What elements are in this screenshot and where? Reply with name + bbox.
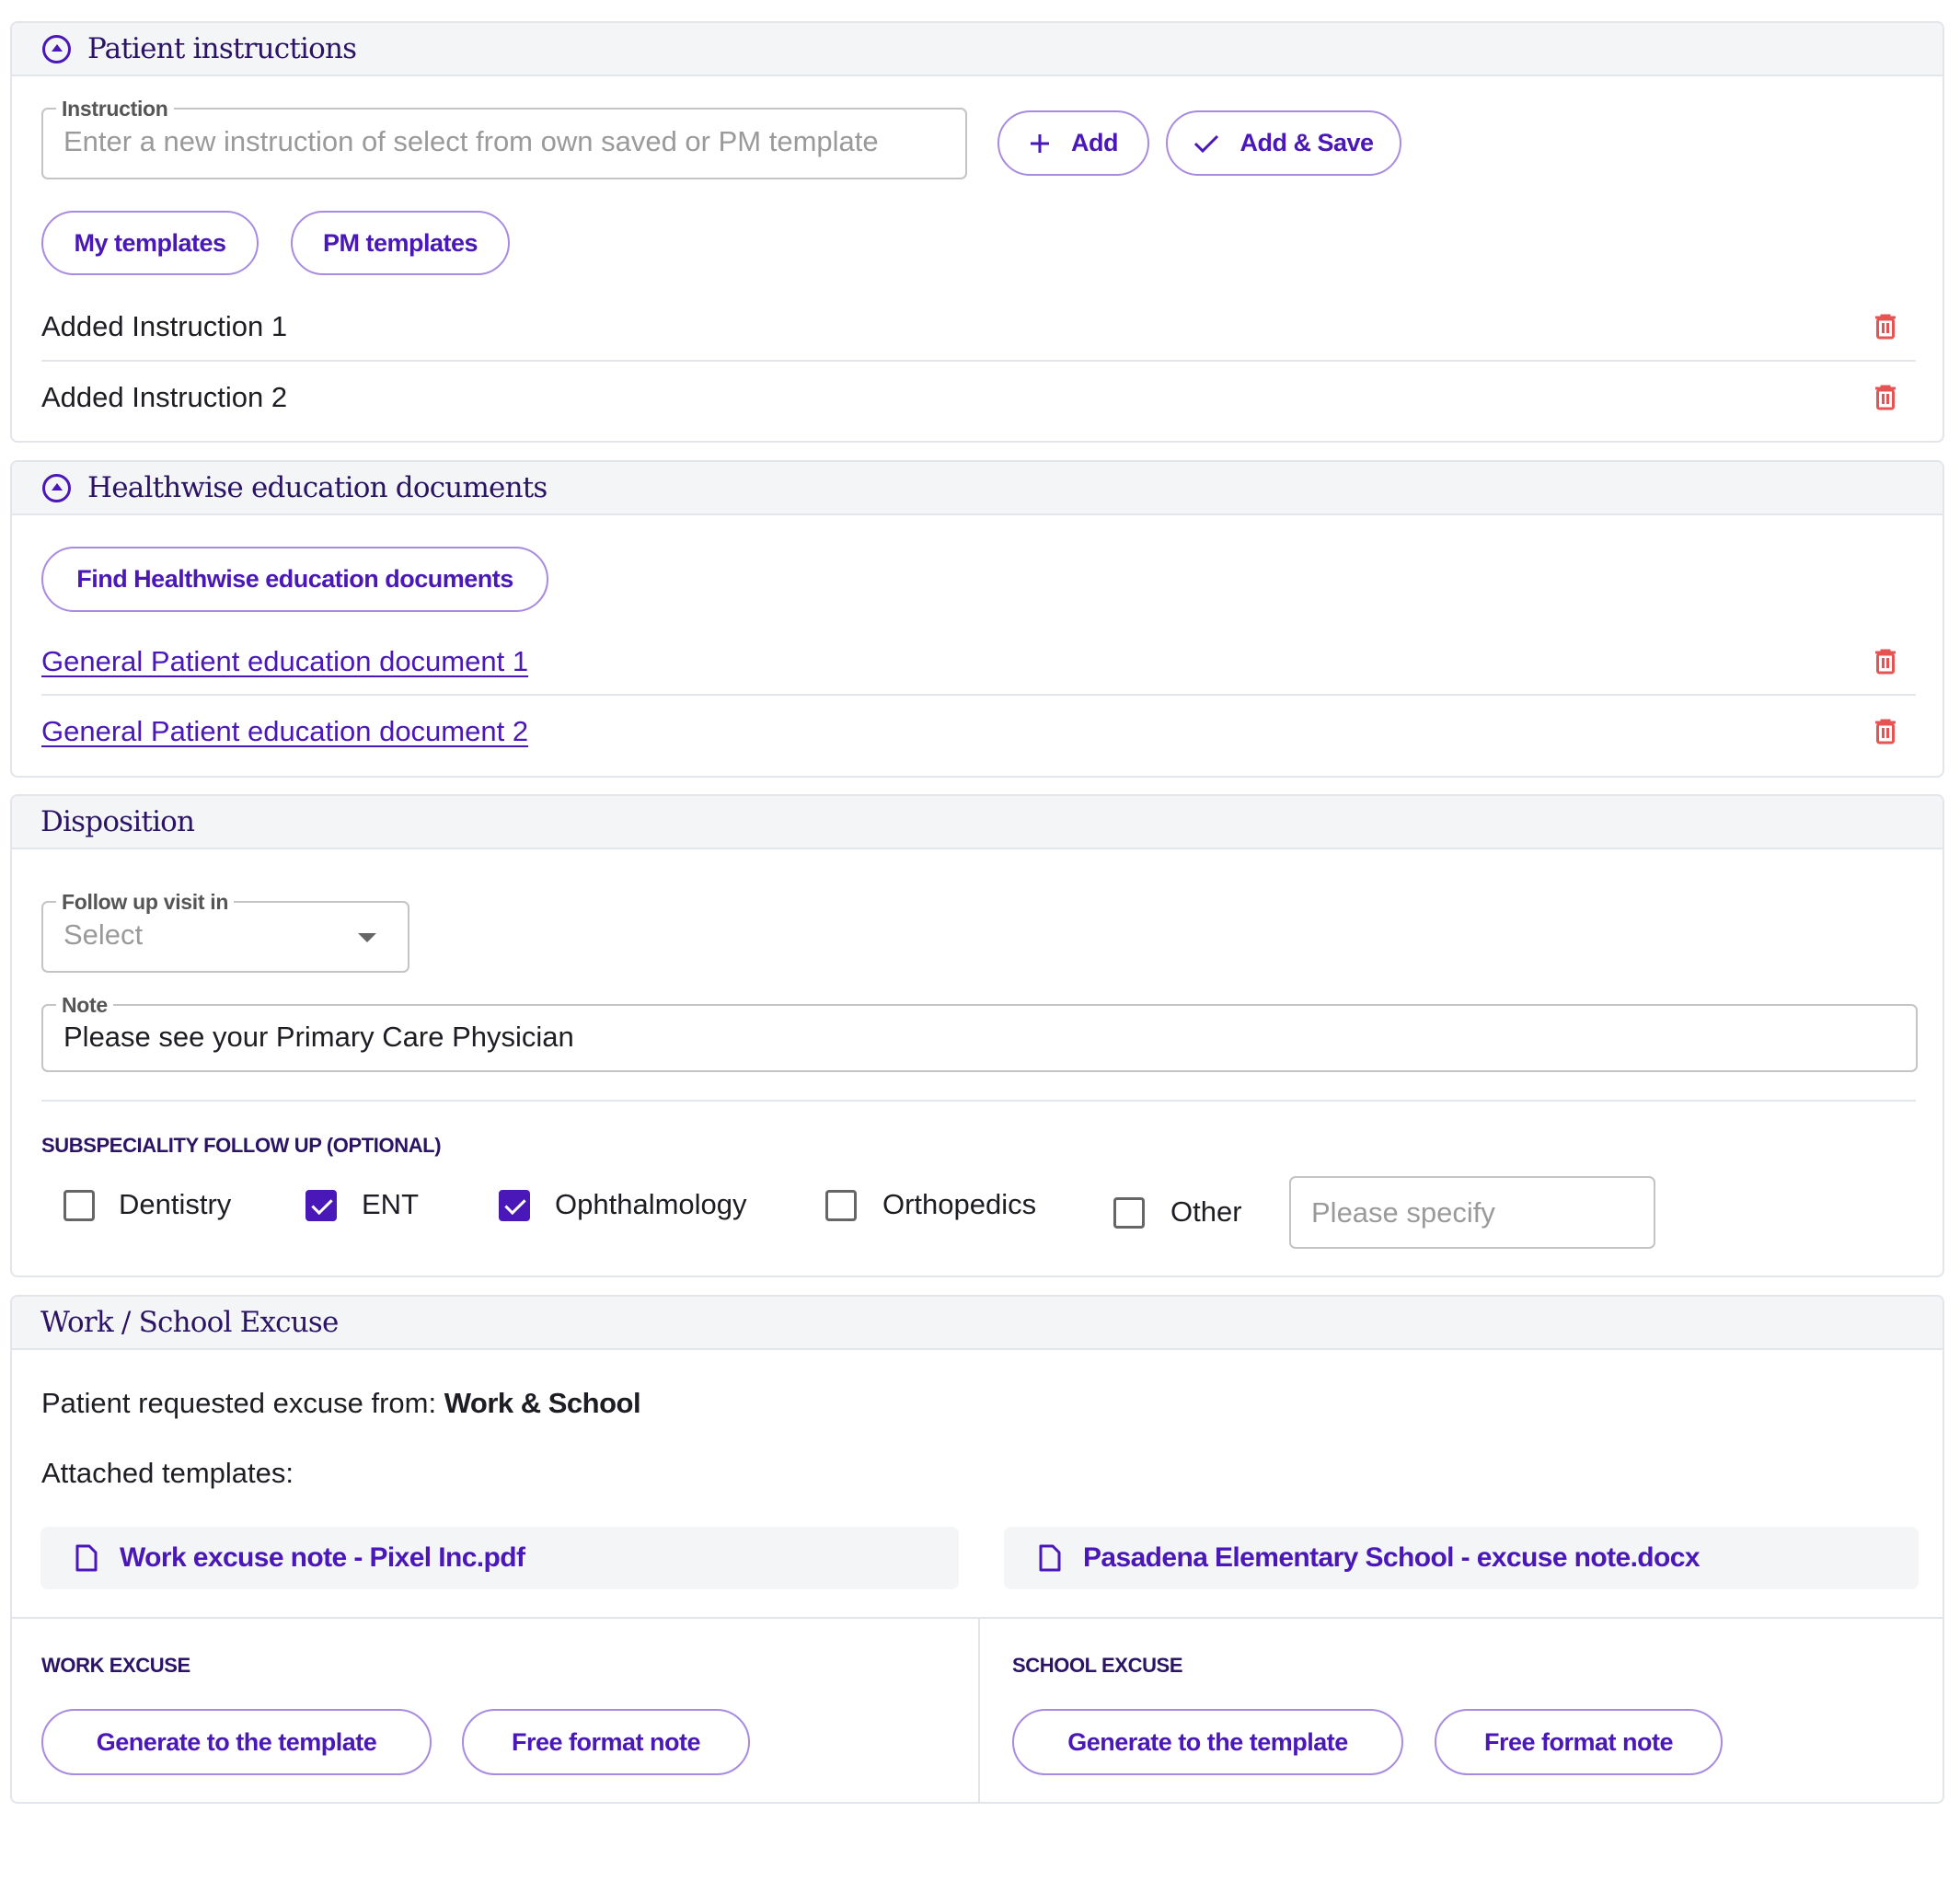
school-free-format-button[interactable]: Free format note <box>1435 1709 1723 1775</box>
my-templates-label: My templates <box>74 228 226 257</box>
other-specify-placeholder: Please specify <box>1311 1196 1495 1229</box>
add-button[interactable]: Add <box>997 110 1149 176</box>
trash-icon[interactable] <box>1874 385 1897 410</box>
section-title: Patient instructions <box>87 32 357 65</box>
requested-value: Work & School <box>444 1387 641 1419</box>
check-icon <box>1193 133 1219 154</box>
instruction-text: Added Instruction 2 <box>41 381 288 413</box>
checkbox[interactable] <box>306 1190 337 1221</box>
work-excuse-label: WORK EXCUSE <box>41 1654 190 1677</box>
healthwise-card: Healthwise education documents Find Heal… <box>10 460 1944 778</box>
requested-prefix: Patient requested excuse from: <box>41 1387 444 1419</box>
school-excuse-label: SCHOOL EXCUSE <box>1012 1654 1183 1677</box>
disposition-card: Disposition Follow up visit in Select No… <box>10 794 1944 1277</box>
section-title: Healthwise education documents <box>87 471 548 504</box>
note-label: Note <box>56 993 113 1017</box>
instruction-placeholder: Enter a new instruction of select from o… <box>63 125 879 157</box>
instruction-input[interactable]: Instruction Enter a new instruction of s… <box>41 97 967 179</box>
checkbox-label: Ophthalmology <box>555 1188 747 1220</box>
section-title: Disposition <box>40 805 195 838</box>
note-value: Please see your Primary Care Physician <box>63 1021 574 1053</box>
plus-icon <box>1029 133 1051 155</box>
dropdown-arrow-icon <box>358 933 376 942</box>
attachment-name: Pasadena Elementary School - excuse note… <box>1083 1542 1701 1573</box>
disposition-header: Disposition <box>12 796 1943 849</box>
button-label: Generate to the template <box>96 1727 377 1756</box>
checkbox-label: Dentistry <box>119 1188 232 1220</box>
chevron-up-circle-icon[interactable] <box>42 35 71 63</box>
attached-templates-label: Attached templates: <box>41 1457 294 1489</box>
button-label: Generate to the template <box>1067 1727 1348 1756</box>
checkbox[interactable] <box>825 1190 857 1221</box>
instruction-field-label: Instruction <box>56 97 174 121</box>
chevron-up-circle-icon[interactable] <box>42 474 71 502</box>
patient-instructions-card: Patient instructions Instruction Enter a… <box>10 21 1944 443</box>
document-icon <box>75 1544 98 1576</box>
healthwise-header[interactable]: Healthwise education documents <box>12 462 1943 515</box>
document-link[interactable]: General Patient education document 1 <box>41 645 528 678</box>
follow-up-select[interactable]: Follow up visit in Select <box>41 890 409 973</box>
school-generate-template-button[interactable]: Generate to the template <box>1012 1709 1403 1775</box>
section-divider <box>41 1100 1916 1102</box>
trash-icon[interactable] <box>1874 719 1897 745</box>
work-free-format-button[interactable]: Free format note <box>462 1709 750 1775</box>
checkbox[interactable] <box>499 1190 530 1221</box>
checkbox[interactable] <box>63 1190 95 1221</box>
pm-templates-button[interactable]: PM templates <box>291 211 510 275</box>
follow-up-placeholder: Select <box>63 918 144 951</box>
subspeciality-label: SUBSPECIALITY FOLLOW UP (OPTIONAL) <box>41 1134 442 1157</box>
patient-instructions-header[interactable]: Patient instructions <box>12 23 1943 76</box>
list-divider <box>41 694 1916 696</box>
add-and-save-button-label: Add & Save <box>1239 129 1374 156</box>
checkbox[interactable] <box>1113 1197 1145 1229</box>
list-divider <box>41 360 1916 362</box>
excuse-card: Work / School Excuse Patient requested e… <box>10 1295 1944 1804</box>
checkbox-label: Orthopedics <box>882 1188 1037 1220</box>
section-title: Work / School Excuse <box>40 1306 339 1339</box>
pm-templates-label: PM templates <box>322 228 478 257</box>
attachment-name: Work excuse note - Pixel Inc.pdf <box>120 1542 525 1573</box>
work-generate-template-button[interactable]: Generate to the template <box>41 1709 432 1775</box>
add-and-save-button[interactable]: Add & Save <box>1166 110 1401 176</box>
document-link[interactable]: General Patient education document 2 <box>41 715 528 748</box>
excuse-column-divider <box>978 1619 980 1802</box>
checkbox-label: ENT <box>362 1188 419 1220</box>
other-specify-input[interactable]: Please specify <box>1289 1176 1655 1249</box>
trash-icon[interactable] <box>1874 649 1897 675</box>
excuse-header: Work / School Excuse <box>12 1297 1943 1350</box>
note-input[interactable]: Note Please see your Primary Care Physic… <box>41 993 1918 1072</box>
find-healthwise-button[interactable]: Find Healthwise education documents <box>41 547 548 612</box>
my-templates-button[interactable]: My templates <box>41 211 259 275</box>
attachment-school[interactable]: Pasadena Elementary School - excuse note… <box>1004 1527 1919 1589</box>
checkbox-label: Other <box>1170 1195 1242 1228</box>
attachment-work[interactable]: Work excuse note - Pixel Inc.pdf <box>40 1527 959 1589</box>
follow-up-label: Follow up visit in <box>56 890 235 914</box>
instruction-text: Added Instruction 1 <box>41 310 288 342</box>
requested-excuse-text: Patient requested excuse from: Work & Sc… <box>41 1387 641 1420</box>
trash-icon[interactable] <box>1874 314 1897 340</box>
button-label: Free format note <box>511 1727 701 1756</box>
button-label: Free format note <box>1483 1727 1674 1756</box>
add-button-label: Add <box>1071 129 1118 156</box>
find-healthwise-label: Find Healthwise education documents <box>76 565 513 593</box>
document-icon <box>1039 1544 1061 1576</box>
excuse-divider <box>12 1617 1943 1619</box>
